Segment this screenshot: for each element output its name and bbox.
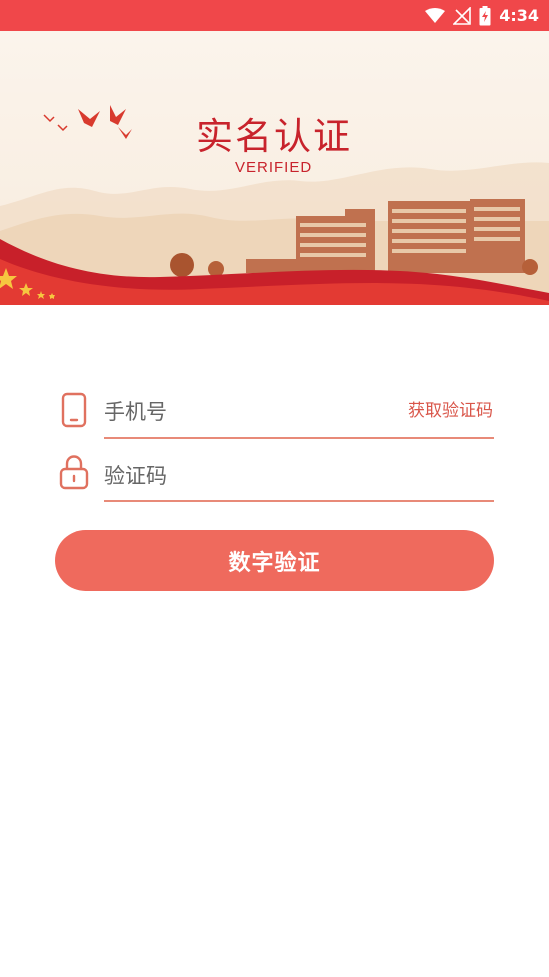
verified-banner: 实名认证 VERIFIED (0, 31, 549, 305)
phone-underline (104, 437, 494, 439)
status-icons: 4:34 (425, 4, 539, 27)
wifi-icon (425, 7, 446, 23)
status-bar: 4:34 (0, 0, 549, 31)
get-code-button[interactable]: 获取验证码 (408, 396, 493, 421)
lock-icon (59, 455, 89, 490)
verify-button[interactable]: 数字验证 (55, 530, 494, 591)
no-signal-icon (453, 6, 472, 25)
banner-subtitle: VERIFIED (235, 159, 313, 176)
battery-charging-icon (479, 5, 491, 25)
banner-title: 实名认证 (196, 115, 352, 158)
status-time: 4:34 (499, 6, 539, 25)
phone-icon (61, 392, 87, 428)
code-row (0, 448, 549, 508)
code-underline (104, 500, 494, 502)
phone-row: 获取验证码 (0, 384, 549, 444)
code-input[interactable] (104, 454, 494, 498)
